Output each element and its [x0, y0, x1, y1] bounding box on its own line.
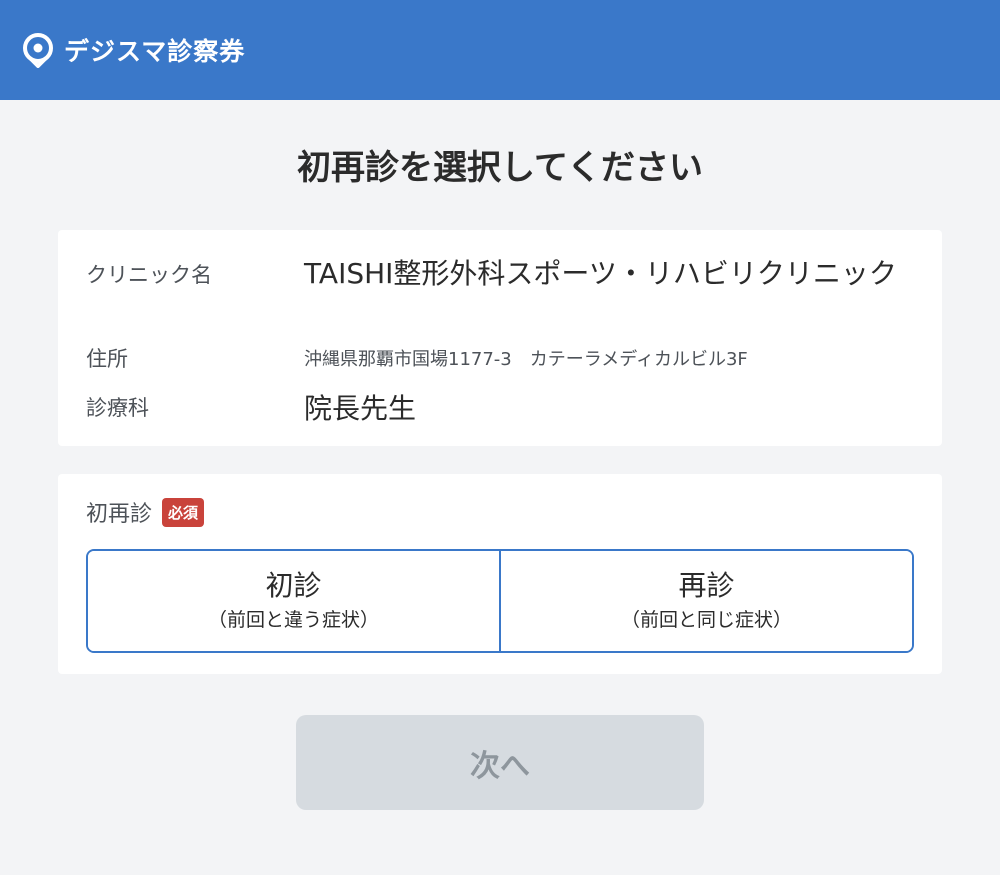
visit-type-card: 初再診 必須 初診 （前回と違う症状） 再診 （前回と同じ症状） [58, 474, 942, 674]
location-pin-icon [23, 33, 53, 68]
app-logo[interactable]: デジスマ診察券 [20, 32, 245, 68]
return-visit-description: （前回と同じ症状） [620, 609, 792, 631]
clinic-department-value: 院長先生 [304, 392, 417, 425]
app-name: デジスマ診察券 [64, 37, 246, 66]
required-badge: 必須 [162, 497, 205, 527]
app-header: デジスマ診察券 [0, 0, 1000, 100]
visit-type-header: 初再診 必須 [86, 496, 205, 528]
next-button[interactable]: 次へ [296, 715, 704, 810]
clinic-info-card: クリニック名 TAISHI整形外科スポーツ・リハビリクリニック 住所 沖縄県那覇… [58, 230, 942, 446]
return-visit-title: 再診 [678, 569, 735, 602]
clinic-address-row: 住所 沖縄県那覇市国場1177-3 カテーラメディカルビル3F [86, 343, 748, 373]
return-visit-option[interactable]: 再診 （前回と同じ症状） [499, 551, 912, 651]
first-visit-option[interactable]: 初診 （前回と違う症状） [88, 551, 499, 651]
clinic-address-value: 沖縄県那覇市国場1177-3 カテーラメディカルビル3F [304, 349, 748, 370]
clinic-name-label: クリニック名 [86, 263, 212, 287]
clinic-address-label: 住所 [86, 347, 128, 371]
first-visit-title: 初診 [265, 569, 322, 602]
clinic-department-row: 診療科 院長先生 [86, 387, 416, 427]
page-title: 初再診を選択してください [297, 148, 703, 188]
clinic-name-row: クリニック名 TAISHI整形外科スポーツ・リハビリクリニック [86, 254, 926, 294]
first-visit-description: （前回と違う症状） [207, 609, 379, 631]
clinic-department-label: 診療科 [86, 396, 149, 420]
clinic-name-value: TAISHI整形外科スポーツ・リハビリクリニック [304, 257, 897, 290]
visit-type-label: 初再診 [86, 502, 153, 527]
visit-type-selector: 初診 （前回と違う症状） 再診 （前回と同じ症状） [86, 549, 914, 653]
